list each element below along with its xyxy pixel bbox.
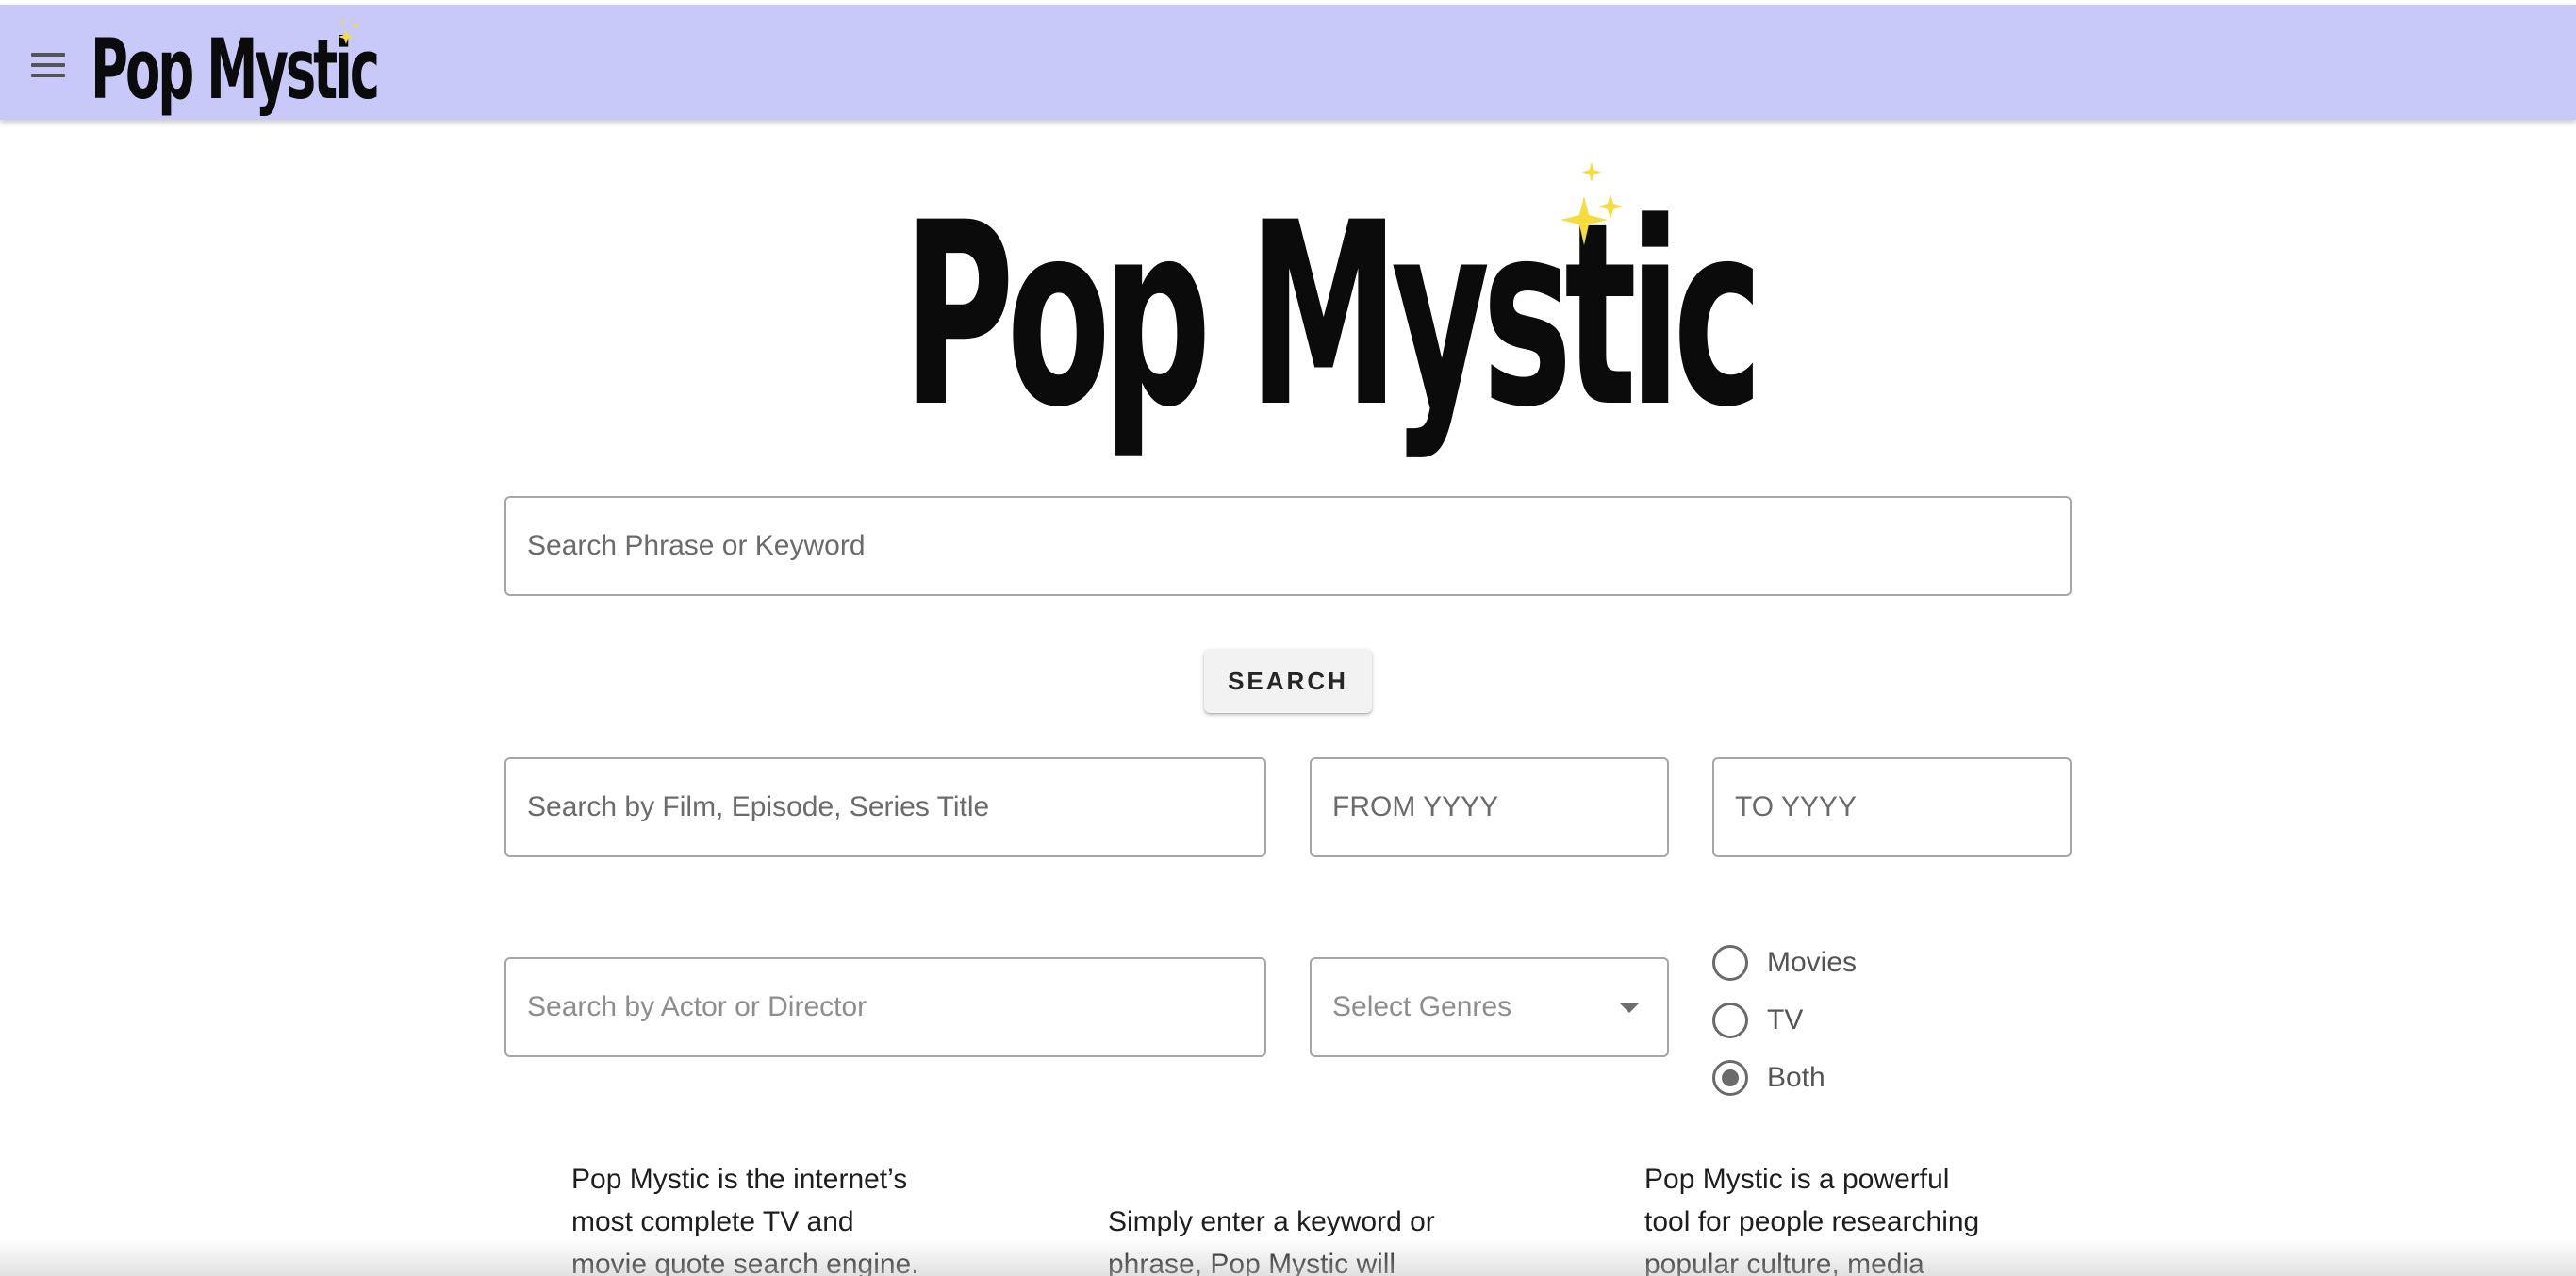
to-year-field	[1712, 757, 2072, 857]
info-column-intro: Pop Mystic is the internet’s most comple…	[571, 1158, 949, 1276]
title-search-input[interactable]	[506, 759, 1264, 855]
phrase-search-input[interactable]	[506, 498, 2070, 594]
from-year-field	[1310, 757, 1669, 857]
hamburger-menu-icon[interactable]	[25, 44, 75, 86]
info-line: most complete TV and	[571, 1206, 854, 1237]
radio-label: Movies	[1767, 946, 1858, 978]
info-line: tool for people researching	[1644, 1206, 1980, 1237]
radio-button-selected[interactable]	[1712, 1059, 1748, 1096]
info-column-how-it-works: Simply enter a keyword or phrase, Pop My…	[1108, 1201, 1485, 1276]
info-line: popular culture, media	[1644, 1249, 1924, 1276]
chevron-down-icon	[1620, 1003, 1639, 1013]
info-line: Pop Mystic is the internet’s	[571, 1164, 908, 1195]
info-line: Pop Mystic is a powerful	[1644, 1164, 1950, 1195]
info-line: Simply enter a keyword or	[1108, 1206, 1435, 1237]
genre-select[interactable]: Select Genres	[1310, 957, 1669, 1057]
top-app-bar: Pop Mystic	[0, 5, 2576, 120]
actor-search-input[interactable]	[506, 959, 1264, 1055]
radio-label: TV	[1767, 1003, 1804, 1036]
radio-option-both[interactable]: Both	[1712, 1049, 1857, 1106]
sparkle-icon	[339, 20, 359, 44]
actor-search-field	[504, 957, 1266, 1057]
radio-label: Both	[1767, 1061, 1825, 1093]
from-year-input[interactable]	[1312, 759, 1667, 855]
to-year-input[interactable]	[1714, 759, 2070, 855]
radio-button[interactable]	[1712, 1002, 1748, 1038]
title-search-field	[504, 757, 1266, 857]
phrase-search-field	[504, 496, 2072, 596]
info-line: phrase, Pop Mystic will	[1108, 1249, 1396, 1276]
info-line: movie quote search engine.	[571, 1249, 919, 1276]
radio-option-tv[interactable]: TV	[1712, 991, 1857, 1049]
genre-select-placeholder: Select Genres	[1332, 991, 1512, 1022]
radio-button[interactable]	[1712, 944, 1748, 981]
info-column-research: Pop Mystic is a powerful tool for people…	[1644, 1158, 2022, 1276]
sparkle-icon	[1560, 162, 1623, 245]
search-button[interactable]: SEARCH	[1204, 649, 1372, 713]
radio-option-movies[interactable]: Movies	[1712, 934, 1857, 991]
page: Pop Mystic Pop Mystic SEARCH Select Genr…	[0, 0, 2576, 1276]
media-type-radio-group: Movies TV Both	[1712, 934, 1857, 1106]
